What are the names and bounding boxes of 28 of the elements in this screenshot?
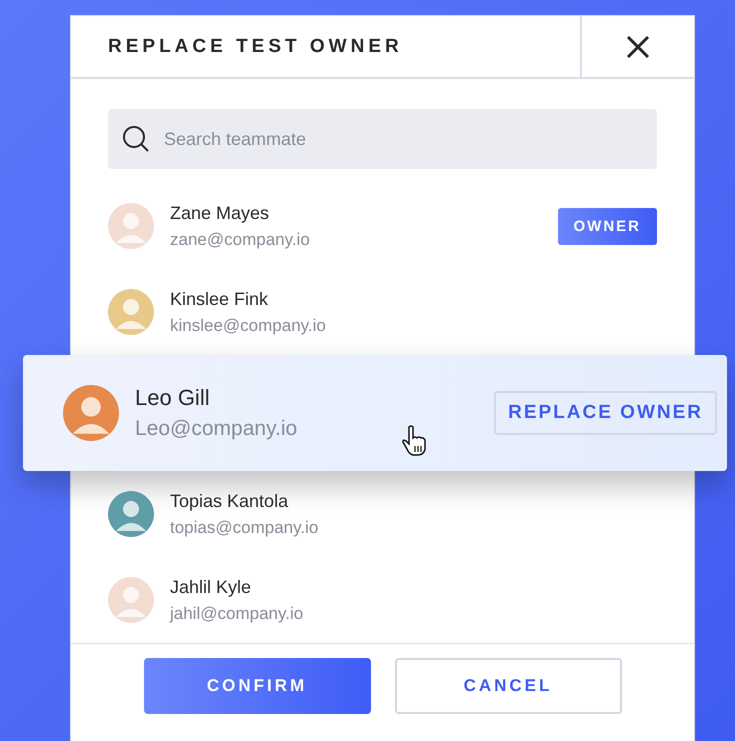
member-row[interactable]: Jahlil Kyle jahil@company.io: [108, 557, 657, 643]
dialog-title: REPLACE TEST OWNER: [107, 34, 404, 58]
replace-owner-button[interactable]: REPLACE OWNER: [494, 391, 717, 435]
member-name: Topias Kantola: [170, 490, 290, 512]
member-row[interactable]: Zane Mayes zane@company.io OWNER: [108, 183, 657, 269]
avatar-icon: [108, 577, 154, 623]
hand-cursor-icon: [401, 425, 427, 457]
search-field[interactable]: Search teammate: [108, 109, 657, 169]
avatar-icon: [108, 491, 154, 537]
cancel-button[interactable]: CANCEL: [394, 658, 622, 714]
member-email: jahil@company.io: [170, 604, 304, 624]
confirm-button[interactable]: CONFIRM: [144, 658, 370, 714]
member-row-card[interactable]: Leo Gill Leo@company.io REPLACE OWNER: [23, 355, 727, 471]
member-email: zane@company.io: [170, 230, 311, 250]
member-name: Leo Gill: [135, 385, 211, 411]
avatar-icon: [63, 385, 119, 441]
avatar-icon: [108, 289, 154, 335]
member-email: topias@company.io: [170, 518, 320, 538]
avatar-icon: [108, 203, 154, 249]
member-name: Kinslee Fink: [170, 288, 270, 310]
member-name: Zane Mayes: [170, 202, 270, 224]
member-row[interactable]: Kinslee Fink kinslee@company.io: [108, 269, 657, 355]
member-email: Leo@company.io: [135, 417, 298, 441]
member-email: kinslee@company.io: [170, 316, 327, 336]
owner-badge: OWNER: [558, 208, 657, 244]
close-icon: [626, 34, 650, 58]
member-row[interactable]: Topias Kantola topias@company.io: [108, 471, 657, 557]
member-name: Jahlil Kyle: [170, 576, 252, 598]
